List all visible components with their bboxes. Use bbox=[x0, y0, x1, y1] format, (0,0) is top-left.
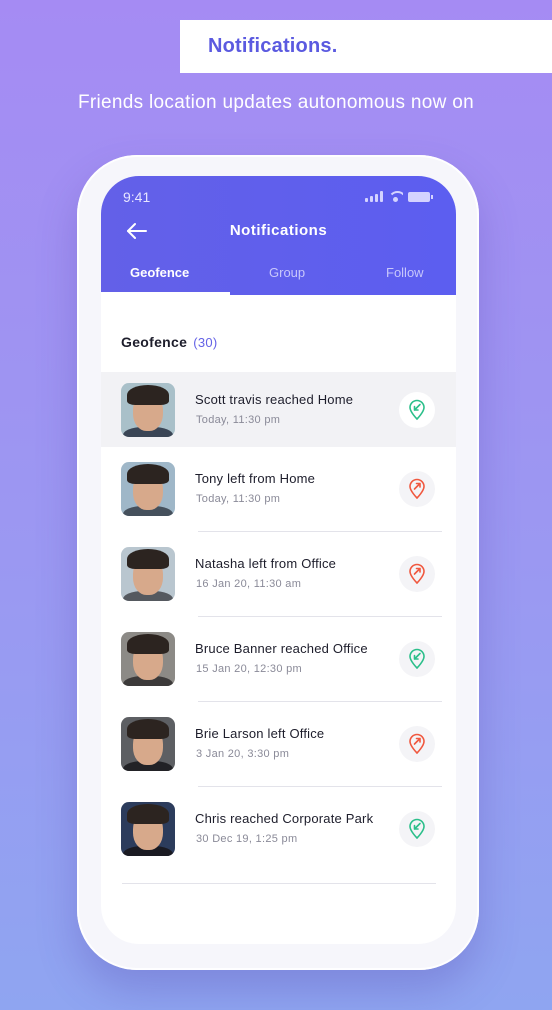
status-time: 9:41 bbox=[123, 189, 151, 205]
status-icons bbox=[365, 191, 433, 202]
phone-screen: 9:41 Notifications Geofence Group Follow… bbox=[101, 176, 456, 944]
subtitle: Friends location updates autonomous now … bbox=[77, 92, 474, 113]
tab-group[interactable]: Group bbox=[269, 265, 305, 280]
app-bar: 9:41 Notifications Geofence Group Follow bbox=[101, 176, 456, 295]
list-item[interactable]: Natasha left from Office 16 Jan 20, 11:3… bbox=[101, 536, 456, 611]
section-label: Geofence bbox=[121, 334, 188, 350]
list-item[interactable]: Brie Larson left Office 3 Jan 20, 3:30 p… bbox=[101, 706, 456, 781]
pin-arrow-out-icon bbox=[409, 478, 425, 500]
pin-arrow-in-icon bbox=[409, 818, 425, 840]
pin-arrow-out-icon bbox=[409, 733, 425, 755]
list-item[interactable]: Scott travis reached Home Today, 11:30 p… bbox=[101, 372, 456, 447]
list-item[interactable]: Bruce Banner reached Office 15 Jan 20, 1… bbox=[101, 621, 456, 696]
avatar bbox=[121, 632, 175, 686]
avatar bbox=[121, 802, 175, 856]
notification-title: Natasha left from Office bbox=[195, 556, 337, 571]
status-button[interactable] bbox=[399, 726, 435, 762]
list-item[interactable]: Chris reached Corporate Park 30 Dec 19, … bbox=[101, 791, 456, 866]
row-divider bbox=[198, 531, 442, 532]
section-header: Geofence (30) bbox=[121, 334, 218, 350]
list-item[interactable]: Tony left from Home Today, 11:30 pm bbox=[101, 451, 456, 526]
section-count: (30) bbox=[193, 335, 218, 350]
pin-arrow-in-icon bbox=[409, 648, 425, 670]
row-divider bbox=[198, 786, 442, 787]
notification-time: Today, 11:30 pm bbox=[196, 493, 281, 505]
notification-time: Today, 11:30 pm bbox=[196, 414, 281, 426]
status-button[interactable] bbox=[399, 471, 435, 507]
avatar bbox=[121, 383, 175, 437]
notification-title: Brie Larson left Office bbox=[195, 726, 325, 741]
status-button[interactable] bbox=[399, 556, 435, 592]
notification-time: 3 Jan 20, 3:30 pm bbox=[196, 748, 290, 760]
notification-title: Scott travis reached Home bbox=[195, 392, 354, 407]
list-end-divider bbox=[122, 883, 436, 884]
pin-arrow-out-icon bbox=[409, 563, 425, 585]
notification-title: Chris reached Corporate Park bbox=[195, 811, 374, 826]
notification-title: Bruce Banner reached Office bbox=[195, 641, 368, 656]
status-button[interactable] bbox=[399, 811, 435, 847]
row-divider bbox=[198, 701, 442, 702]
status-button[interactable] bbox=[399, 641, 435, 677]
pin-arrow-in-icon bbox=[409, 399, 425, 421]
title-banner: Notifications. bbox=[180, 20, 552, 73]
notification-time: 16 Jan 20, 11:30 am bbox=[196, 578, 302, 590]
avatar bbox=[121, 547, 175, 601]
notification-time: 15 Jan 20, 12:30 pm bbox=[196, 663, 302, 675]
active-tab-indicator bbox=[101, 292, 230, 295]
notification-time: 30 Dec 19, 1:25 pm bbox=[196, 833, 298, 845]
avatar bbox=[121, 462, 175, 516]
wifi-icon bbox=[388, 191, 403, 202]
signal-icon bbox=[365, 191, 383, 202]
banner-title: Notifications. bbox=[208, 35, 338, 57]
tab-geofence[interactable]: Geofence bbox=[130, 265, 189, 280]
tab-follow[interactable]: Follow bbox=[386, 265, 424, 280]
avatar bbox=[121, 717, 175, 771]
status-button[interactable] bbox=[399, 392, 435, 428]
battery-icon bbox=[408, 192, 433, 202]
row-divider bbox=[198, 616, 442, 617]
page-title: Notifications bbox=[229, 222, 328, 239]
notification-title: Tony left from Home bbox=[195, 471, 316, 486]
